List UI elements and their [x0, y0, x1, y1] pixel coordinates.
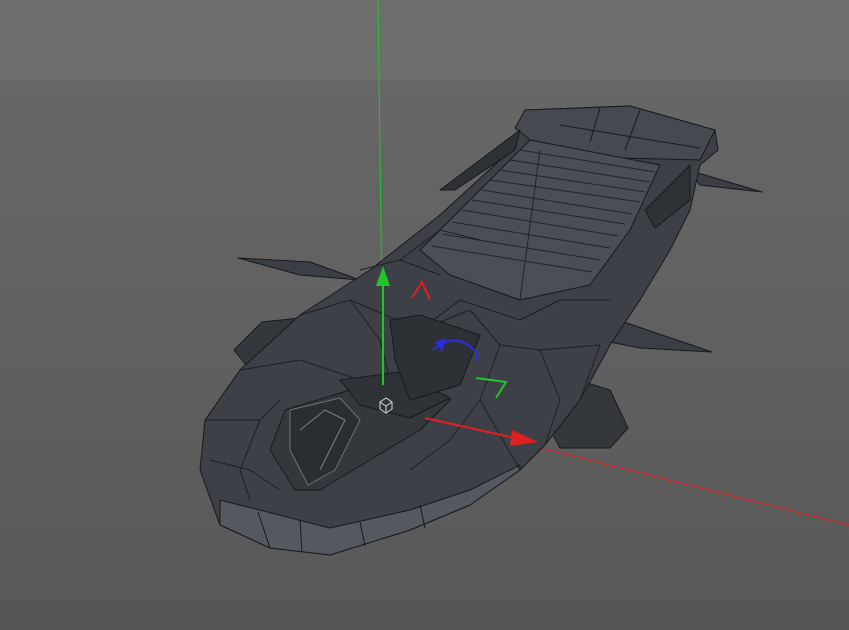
spaceship-mesh[interactable]	[199, 105, 763, 556]
viewport-scene	[199, 0, 849, 556]
world-x-axis-line	[539, 447, 849, 526]
3d-viewport[interactable]	[0, 0, 849, 630]
right-upper-fin	[687, 169, 763, 193]
left-wing-fin	[237, 257, 361, 281]
